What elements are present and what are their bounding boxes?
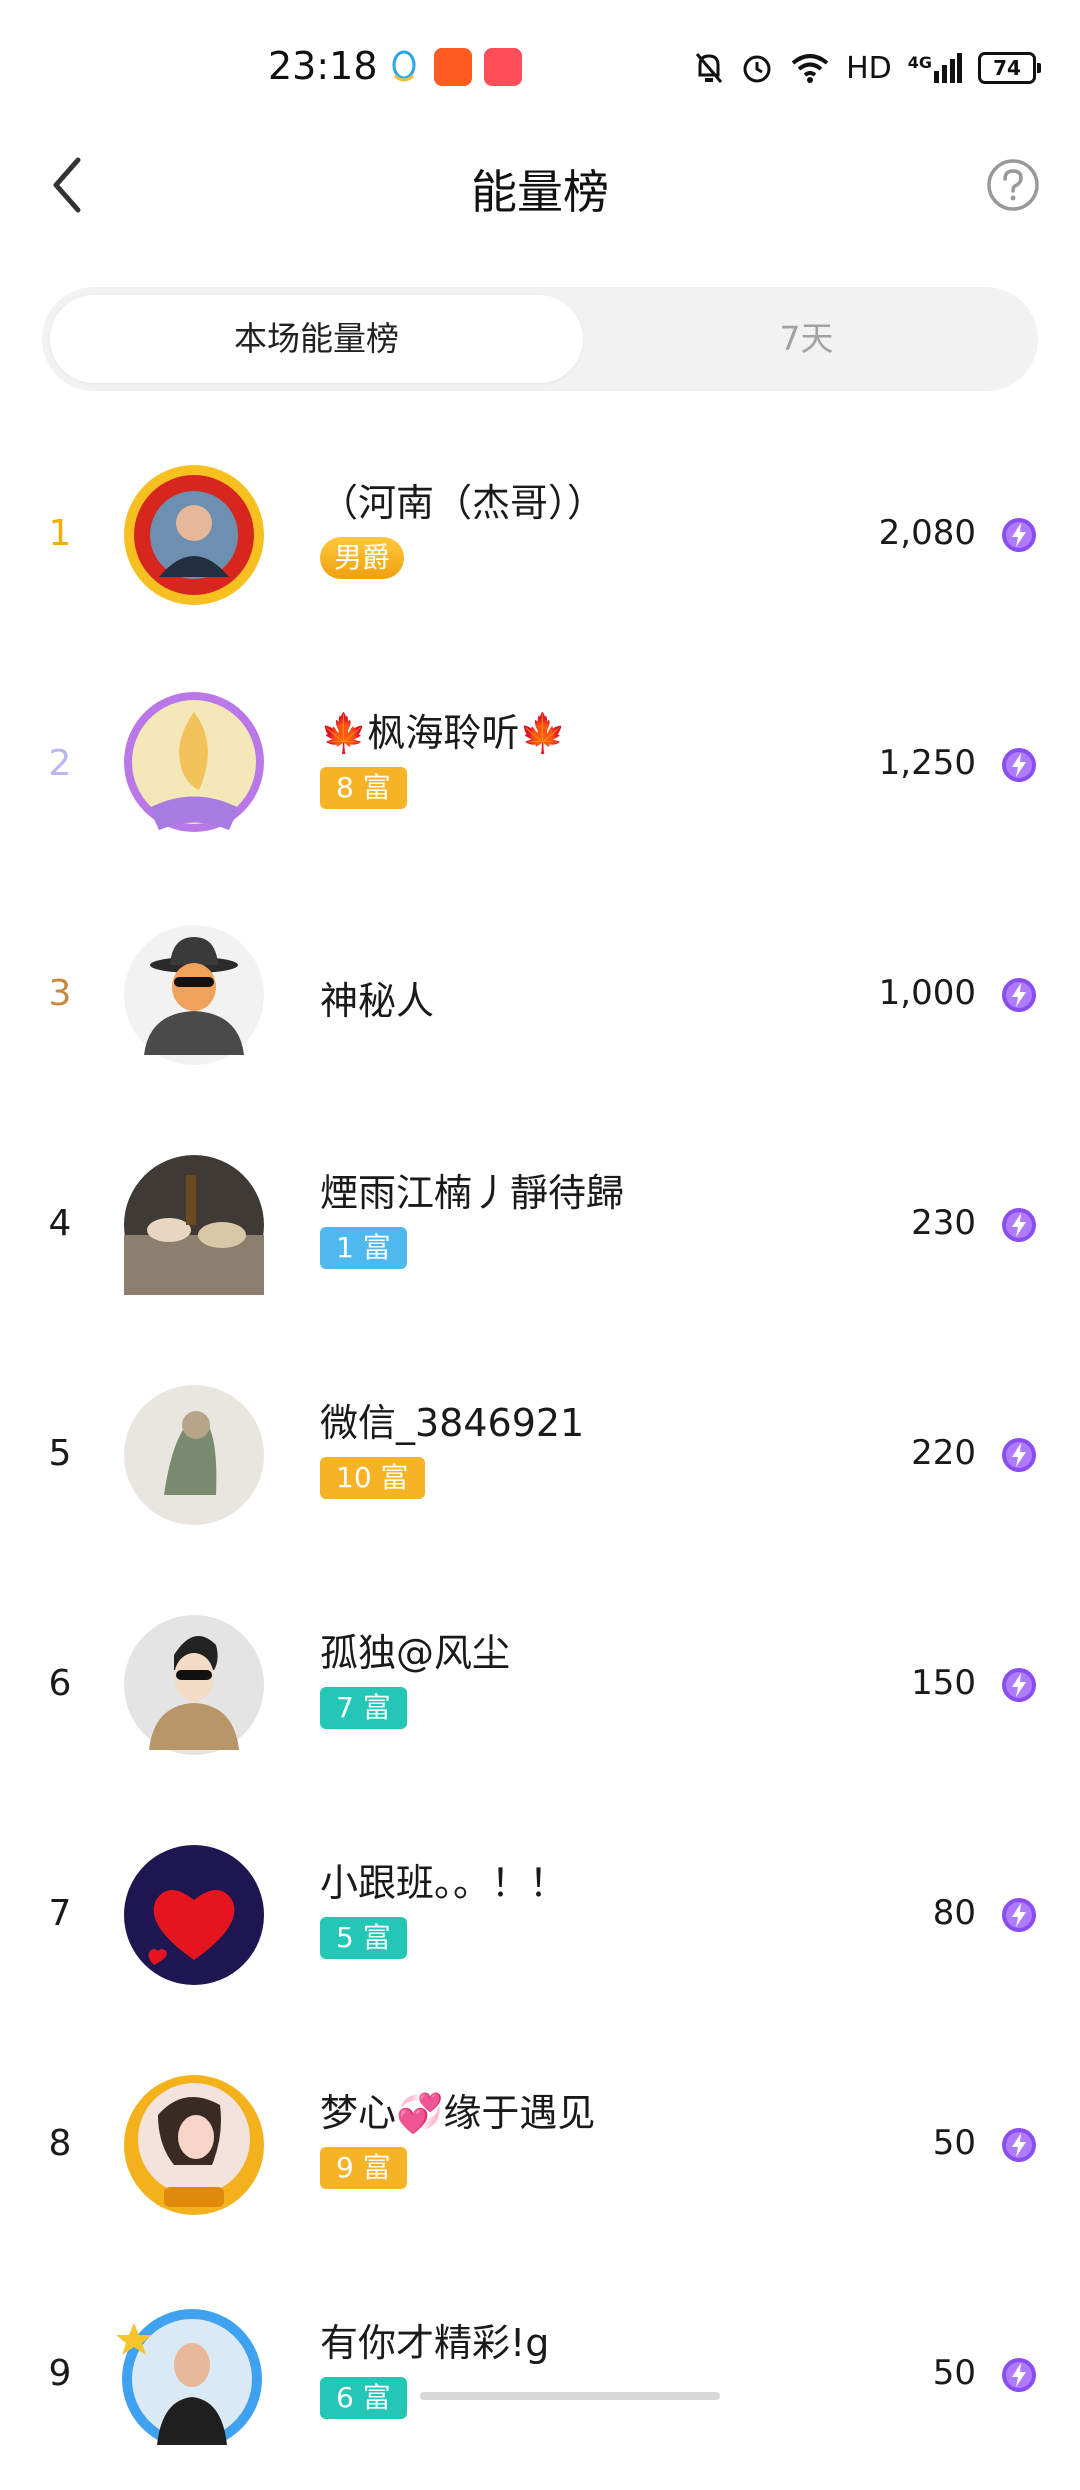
home-indicator — [420, 2392, 720, 2400]
user-name: 有你才精彩!g — [320, 2321, 550, 2365]
energy-score: 220 — [911, 1433, 976, 1473]
list-item[interactable]: 5 微信_3846921 10 富 220 — [0, 1340, 1080, 1570]
wealth-badge: 5 富 — [320, 1917, 407, 1959]
rank-number: 3 — [48, 973, 72, 1014]
alarm-icon — [743, 55, 771, 83]
wealth-badge: 6 富 — [320, 2377, 407, 2419]
energy-score: 50 — [932, 2123, 976, 2163]
energy-score: 50 — [932, 2353, 976, 2393]
avatar-image — [124, 1615, 264, 1755]
wealth-badge: 9 富 — [320, 2147, 407, 2189]
list-item[interactable]: 2 🍁枫海聆听🍁 8 富 1,250 — [0, 650, 1080, 880]
kuaishou-icon-2 — [484, 48, 522, 86]
avatar[interactable] — [124, 1845, 264, 1985]
avatar[interactable] — [116, 2305, 264, 2449]
question-mark-icon — [987, 159, 1039, 211]
energy-score: 2,080 — [878, 513, 976, 553]
user-name: 小跟班。。！！ — [320, 1861, 568, 1905]
avatar[interactable] — [124, 925, 264, 1065]
rank-number: 6 — [48, 1663, 72, 1704]
wifi-icon — [791, 54, 829, 83]
user-name: 微信_3846921 — [320, 1401, 585, 1445]
mute-bell-icon — [695, 53, 723, 83]
status-time: 23:18 — [268, 44, 378, 88]
energy-icon — [1002, 978, 1036, 1012]
mystery-person-icon — [124, 925, 264, 1065]
rank-number: 4 — [48, 1203, 72, 1244]
energy-score: 1,000 — [878, 973, 976, 1013]
user-name: 孤独@风尘 — [320, 1631, 511, 1675]
energy-score: 230 — [911, 1203, 976, 1243]
energy-icon — [1002, 748, 1036, 782]
tab-current-session[interactable]: 本场能量榜 — [50, 295, 583, 383]
avatar[interactable] — [124, 1385, 264, 1525]
list-item[interactable]: 3 神秘人 1,000 — [0, 880, 1080, 1110]
avatar[interactable] — [124, 1615, 264, 1755]
energy-icon — [1002, 1438, 1036, 1472]
wealth-badge: 7 富 — [320, 1687, 407, 1729]
list-item[interactable]: 7 小跟班。。！！ 5 富 80 — [0, 1800, 1080, 2030]
rank-number: 7 — [48, 1893, 72, 1934]
user-name: 神秘人 — [320, 979, 435, 1023]
page-title: 能量榜 — [471, 165, 609, 219]
hd-indicator: HD — [846, 50, 892, 86]
rank-number: 9 — [48, 2353, 72, 2394]
wealth-badge: 8 富 — [320, 767, 407, 809]
energy-score: 150 — [911, 1663, 976, 1703]
avatar-image — [124, 1155, 264, 1295]
rank-number: 2 — [48, 743, 72, 784]
app-header: 能量榜 — [0, 130, 1080, 240]
user-name: 🍁枫海聆听🍁 — [320, 711, 567, 755]
energy-icon — [1002, 1898, 1036, 1932]
tab-7-days[interactable]: 7天 — [583, 295, 1030, 383]
kuaishou-icon — [434, 48, 472, 86]
list-item[interactable]: 9 有你才精彩!g 6 富 50 — [0, 2260, 1080, 2490]
ranking-tabs: 本场能量榜 7天 — [42, 287, 1038, 391]
wealth-badge: 10 富 — [320, 1457, 425, 1499]
avatar[interactable] — [124, 692, 264, 835]
battery-indicator: 74 — [978, 52, 1041, 84]
avatar-image — [124, 2075, 264, 2215]
list-item[interactable]: 6 孤独@风尘 7 富 150 — [0, 1570, 1080, 1800]
signal-icon — [934, 53, 962, 83]
avatar[interactable] — [124, 1155, 264, 1295]
status-bar: 23:18 HD 4G 74 — [0, 0, 1080, 130]
energy-score: 1,250 — [878, 743, 976, 783]
network-type: 4G — [907, 53, 932, 72]
user-name: 梦心💞缘于遇见 — [320, 2091, 596, 2135]
wealth-badge: 1 富 — [320, 1227, 407, 1269]
avatar[interactable] — [124, 465, 264, 605]
energy-icon — [1002, 518, 1036, 552]
heart-avatar-image — [124, 1845, 264, 1985]
user-name: 煙雨江楠丿靜待歸 — [320, 1171, 625, 1215]
energy-icon — [1002, 2358, 1036, 2392]
list-item[interactable]: 1 （河南（杰哥）） 男爵 2,080 — [0, 420, 1080, 650]
avatar[interactable] — [124, 2075, 264, 2215]
energy-icon — [1002, 2128, 1036, 2162]
help-button[interactable] — [984, 156, 1042, 214]
list-item[interactable]: 4 煙雨江楠丿靜待歸 1 富 230 — [0, 1110, 1080, 1340]
list-item[interactable]: 8 梦心💞缘于遇见 9 富 50 — [0, 2030, 1080, 2260]
avatar-image — [124, 465, 264, 605]
avatar-image — [124, 1385, 264, 1525]
energy-icon — [1002, 1668, 1036, 1702]
rank-number: 8 — [48, 2123, 72, 2164]
energy-score: 80 — [932, 1893, 976, 1933]
energy-icon — [1002, 1208, 1036, 1242]
rank-number: 5 — [48, 1433, 72, 1474]
avatar-image — [116, 2309, 262, 2449]
avatar-image — [124, 692, 264, 832]
rank-number: 1 — [48, 513, 72, 554]
user-name: （河南（杰哥）） — [320, 481, 606, 525]
qq-icon — [385, 48, 423, 86]
rank-badge: 男爵 — [320, 537, 405, 579]
